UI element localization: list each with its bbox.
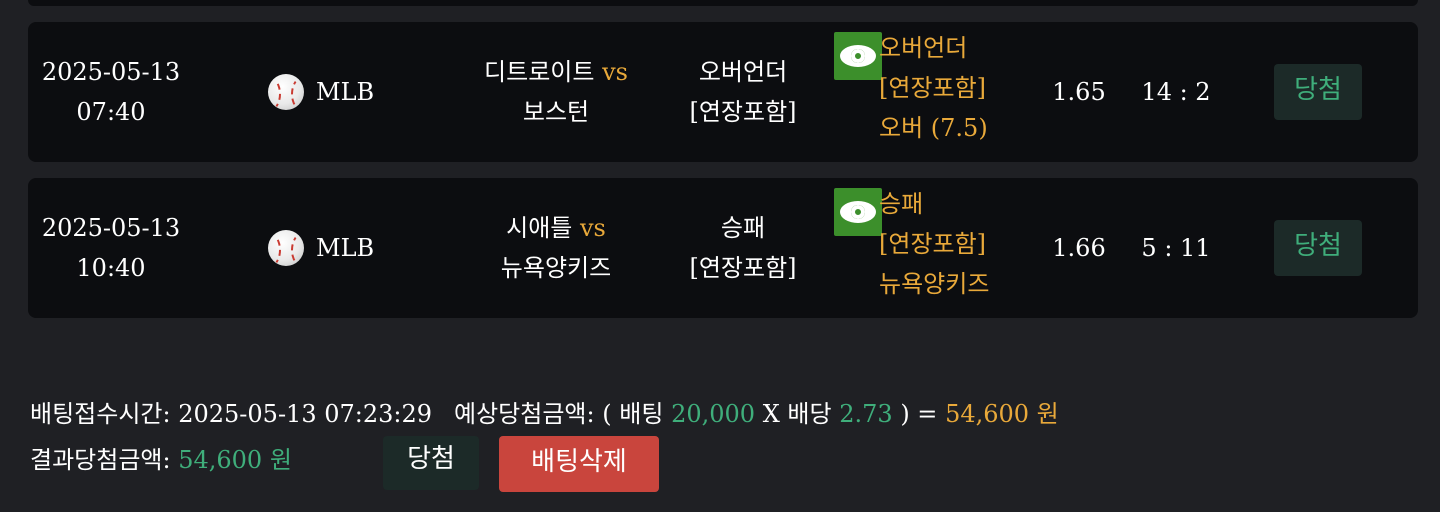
market-line-1: 승패 — [720, 214, 766, 242]
bet-datetime: 2025-05-13 07:40 — [38, 52, 184, 132]
away-team: 보스턴 — [522, 98, 590, 126]
bet-odds: 1.65 — [1052, 78, 1106, 106]
vs-label: vs — [602, 58, 628, 86]
result-label: 결과당첨금액: — [30, 446, 171, 474]
home-team: 디트로이트 — [484, 58, 595, 86]
bet-pick: 오버언더 [연장포함] 오버 (7.5) — [879, 28, 988, 148]
market-type: 오버언더 [연장포함] — [658, 52, 828, 132]
league-name: MLB — [316, 234, 375, 262]
home-team: 시애틀 — [506, 214, 573, 242]
delete-bet-button[interactable]: 배팅삭제 — [499, 436, 659, 492]
bet-date: 2025-05-13 — [41, 214, 181, 242]
pick-line-1: 오버언더 — [879, 34, 968, 62]
league: MLB — [268, 72, 374, 112]
paren-open: ( — [602, 400, 612, 428]
view-details-button[interactable] — [834, 188, 882, 236]
bet-pick: 승패 [연장포함] 뉴욕양키즈 — [879, 184, 989, 304]
vs-label: vs — [580, 214, 606, 242]
win-status-button[interactable]: 당첨 — [383, 436, 479, 490]
bet-row: 2025-05-13 10:40 MLB 시애틀 vs 뉴욕양키즈 승패 [연장… — [28, 178, 1418, 318]
bet-amount: 20,000 — [671, 400, 756, 428]
market-line-2: [연장포함] — [689, 98, 797, 126]
pick-line-2: [연장포함] — [879, 74, 987, 102]
league: MLB — [268, 228, 374, 268]
game-score: 5 : 11 — [1141, 234, 1211, 262]
paren-close: ) = — [900, 400, 938, 428]
total-odds: 2.73 — [839, 400, 893, 428]
baseball-icon — [268, 230, 304, 266]
bet-row: 2025-05-13 07:40 MLB 디트로이트 vs 보스턴 오버언더 [… — [28, 22, 1418, 162]
match-teams: 디트로이트 vs 보스턴 — [446, 52, 666, 132]
view-details-button[interactable] — [834, 32, 882, 80]
pick-line-2: [연장포함] — [879, 230, 987, 258]
bet-time-label: 배팅접수시간: — [30, 400, 171, 428]
previous-row-edge — [28, 0, 1418, 6]
pick-line-3: 뉴욕양키즈 — [879, 270, 990, 298]
match-teams: 시애틀 vs 뉴욕양키즈 — [446, 208, 666, 288]
result-amount: 54,600 원 — [178, 446, 292, 474]
bet-time: 10:40 — [76, 254, 146, 282]
result-badge-button[interactable]: 당첨 — [1274, 220, 1362, 276]
market-type: 승패 [연장포함] — [658, 208, 828, 288]
league-name: MLB — [316, 78, 375, 106]
expected-label: 예상당첨금액: — [454, 400, 595, 428]
eye-icon — [840, 201, 876, 223]
bet-summary: 배팅접수시간: 2025-05-13 07:23:29 예상당첨금액: ( 배팅 … — [30, 396, 1059, 432]
bet-label: 배팅 — [619, 400, 664, 428]
market-line-1: 오버언더 — [698, 58, 788, 86]
bet-time: 07:40 — [76, 98, 146, 126]
pick-line-3: 오버 (7.5) — [879, 114, 988, 142]
result-badge-button[interactable]: 당첨 — [1274, 64, 1362, 120]
eye-icon — [840, 45, 876, 67]
game-score: 14 : 2 — [1141, 78, 1211, 106]
odds-label: 배당 — [787, 400, 832, 428]
pick-line-1: 승패 — [879, 190, 924, 218]
result-summary: 결과당첨금액: 54,600 원 — [30, 442, 292, 478]
baseball-icon — [268, 74, 304, 110]
bet-date: 2025-05-13 — [41, 58, 181, 86]
times-sign: X — [762, 400, 780, 428]
bet-odds: 1.66 — [1052, 234, 1106, 262]
expected-amount: 54,600 원 — [945, 400, 1059, 428]
market-line-2: [연장포함] — [689, 254, 797, 282]
away-team: 뉴욕양키즈 — [500, 254, 612, 282]
bet-time-value: 2025-05-13 07:23:29 — [178, 400, 433, 428]
bet-datetime: 2025-05-13 10:40 — [38, 208, 184, 288]
